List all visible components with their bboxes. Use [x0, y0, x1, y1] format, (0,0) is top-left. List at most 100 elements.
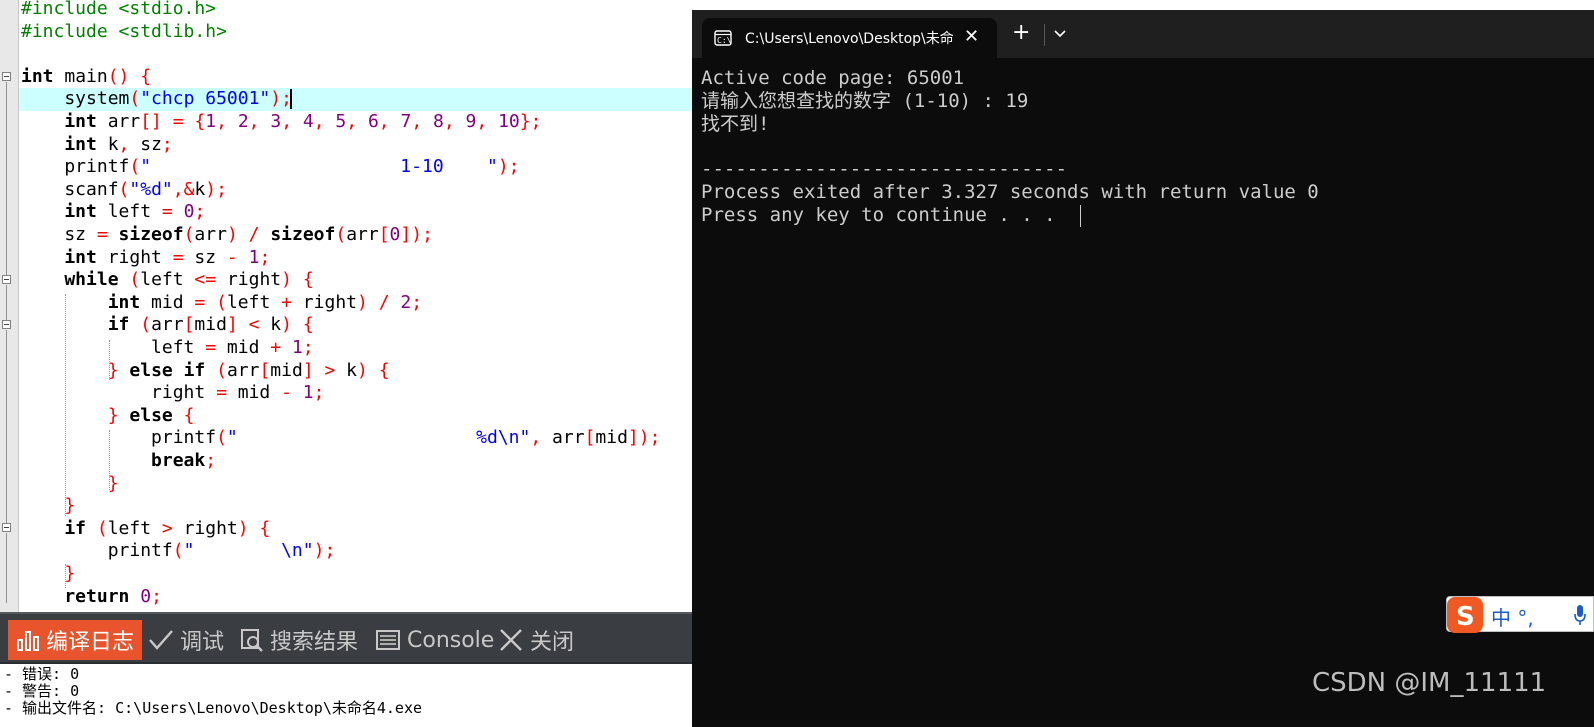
tab-close[interactable]: 关闭 — [498, 620, 574, 660]
code-token: return — [21, 585, 130, 607]
code-token: 1 — [291, 337, 303, 358]
code-token: arr — [226, 359, 260, 381]
code-token: 8 — [433, 111, 444, 132]
code-token: , — [346, 111, 358, 132]
code-token: ] — [226, 314, 238, 336]
log-warnings: - 警告: 0 — [4, 682, 80, 700]
code-token: mid — [226, 382, 282, 404]
code-line: printf(" \n"); — [21, 540, 336, 563]
terminal-line: 找不到! — [701, 113, 770, 135]
code-token: left — [140, 269, 195, 291]
code-token: ); — [270, 88, 292, 110]
fold-toggle-while[interactable] — [2, 275, 11, 284]
tab-label: 搜索结果 — [270, 630, 359, 655]
code-token: ( — [140, 314, 152, 336]
code-editor[interactable]: #include <stdio.h> #include <stdlib.h> int… — [0, 0, 692, 612]
code-token: = — [172, 246, 184, 268]
code-token: [ — [259, 359, 271, 381]
code-token: 4 — [302, 111, 314, 132]
code-token: int — [21, 65, 54, 87]
code-token: mid — [595, 427, 628, 449]
code-token: / — [378, 291, 390, 313]
code-token: ]); — [400, 224, 433, 245]
tab-label: 关闭 — [530, 630, 575, 655]
tab-label: 编译日志 — [46, 630, 135, 655]
code-token: 1 — [248, 246, 260, 268]
code-token: k — [194, 178, 206, 200]
code-token: sz — [129, 133, 162, 155]
code-token: ( — [335, 224, 347, 245]
code-token: 0 — [389, 224, 401, 245]
code-token: k — [259, 314, 282, 336]
code-token: } — [21, 563, 76, 584]
code-token: 10 — [498, 111, 520, 132]
svg-text:S: S — [1456, 602, 1475, 632]
code-token: ) — [237, 517, 249, 539]
code-token: ; — [259, 246, 271, 268]
code-line: int arr[] = {1, 2, 3, 4, 5, 6, 7, 8, 9, … — [21, 111, 541, 134]
terminal-window[interactable]: C:\ C:\Users\Lenovo\Desktop\未命 ✕ + Activ… — [692, 10, 1594, 727]
panel-tabs: 编译日志 调试 搜索结果 Console 关闭 — [0, 612, 692, 662]
code-line: system("chcp 65001"); — [21, 88, 292, 111]
code-token: break — [21, 450, 206, 471]
tab-compile-log[interactable]: 编译日志 — [8, 620, 143, 660]
code-token: sizeof — [118, 224, 184, 245]
code-line: } else if (arr[mid] > k) { — [21, 360, 390, 383]
code-line: } — [21, 473, 119, 496]
code-token: left — [107, 517, 162, 539]
log-errors: - 错误: 0 — [4, 665, 80, 683]
bar-chart-icon — [17, 631, 39, 651]
code-token: , — [313, 111, 325, 132]
code-token: } — [21, 472, 119, 494]
code-token: 2 — [237, 111, 249, 132]
close-tab-icon[interactable]: ✕ — [964, 26, 979, 47]
tab-debug[interactable]: 调试 — [148, 620, 224, 660]
code-token: 2 — [400, 291, 412, 313]
code-token: int — [21, 246, 97, 268]
fold-toggle-main[interactable] — [2, 72, 11, 81]
code-token: #include <stdio.h> — [21, 0, 217, 19]
code-line: left = mid + 1; — [21, 337, 314, 360]
code-token: ) — [357, 291, 368, 313]
code-token: { — [302, 269, 314, 291]
fold-line — [6, 82, 7, 275]
code-token: = — [194, 291, 206, 313]
fold-toggle-if-left[interactable] — [2, 523, 11, 532]
fold-toggle-if[interactable] — [2, 320, 11, 329]
code-token: - — [226, 246, 238, 268]
code-token: right — [291, 291, 357, 313]
watermark: CSDN @IM_11111 — [1312, 668, 1547, 698]
code-token: ( — [96, 517, 108, 539]
code-token: > — [324, 359, 336, 381]
code-line: scanf("%d",&k); — [21, 179, 227, 202]
code-token: { — [259, 517, 271, 539]
microphone-icon[interactable] — [1573, 604, 1587, 626]
code-token: k — [96, 133, 119, 155]
tab-search-results[interactable]: 搜索结果 — [240, 620, 358, 660]
terminal-tab[interactable]: C:\ C:\Users\Lenovo\Desktop\未命 ✕ — [702, 18, 997, 58]
new-tab-icon[interactable]: + — [1012, 20, 1030, 45]
code-token: mid — [194, 314, 227, 336]
ime-toolbar[interactable]: S 中 °, — [1446, 596, 1594, 633]
code-token: , — [378, 111, 390, 132]
chevron-down-icon[interactable] — [1054, 30, 1066, 38]
code-token: ; — [194, 201, 206, 223]
code-token: 0 — [183, 201, 195, 223]
code-token: { — [140, 65, 152, 87]
code-token: ) — [281, 269, 292, 291]
code-line: } else { — [21, 405, 195, 428]
tab-console[interactable]: Console — [375, 620, 494, 660]
code-token: ( — [216, 291, 227, 313]
code-token: ); — [497, 156, 520, 178]
